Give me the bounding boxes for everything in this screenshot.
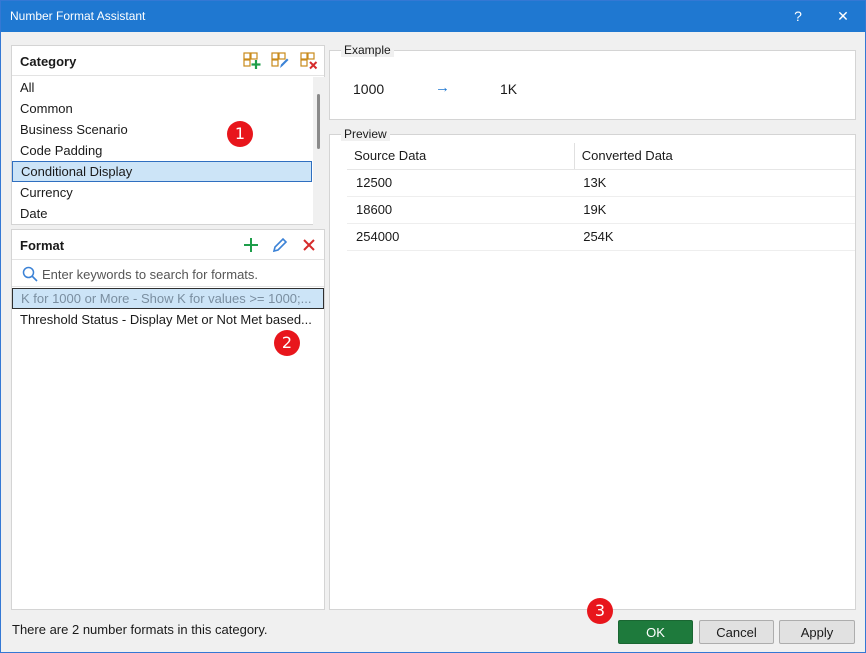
source-cell: 254000: [347, 223, 575, 251]
add-category-icon[interactable]: [243, 52, 261, 70]
delete-format-icon[interactable]: [300, 236, 318, 254]
format-item-threshold-status[interactable]: Threshold Status - Display Met or Not Me…: [12, 309, 324, 330]
apply-button[interactable]: Apply: [779, 620, 855, 644]
step-badge-2: 2: [274, 330, 300, 356]
example-group: 1000 → 1K Example: [329, 43, 856, 120]
source-cell: 18600: [347, 196, 575, 224]
category-header: Category: [12, 46, 324, 76]
column-header-converted-data[interactable]: Converted Data: [573, 143, 855, 170]
preview-header-row: Source Data Converted Data: [347, 143, 855, 170]
category-item-date[interactable]: Date: [12, 203, 312, 224]
category-item-all[interactable]: All: [12, 77, 312, 98]
help-button[interactable]: ?: [778, 1, 818, 32]
column-header-source-data[interactable]: Source Data: [347, 143, 575, 170]
preview-table: Source Data Converted Data 12500 13K 186…: [347, 143, 855, 251]
search-input[interactable]: [42, 264, 320, 284]
preview-group: Source Data Converted Data 12500 13K 186…: [329, 127, 856, 610]
edit-category-icon[interactable]: [271, 52, 289, 70]
format-item-k-for-1000[interactable]: K for 1000 or More - Show K for values >…: [12, 288, 324, 309]
example-label: Example: [341, 43, 394, 57]
category-item-currency[interactable]: Currency: [12, 182, 312, 203]
table-row: 254000 254K: [347, 223, 855, 251]
format-header: Format: [12, 230, 324, 260]
category-title: Category: [20, 54, 77, 69]
category-list: All Common Business Scenario Code Paddin…: [12, 77, 312, 224]
close-button[interactable]: ✕: [823, 1, 863, 32]
ok-button[interactable]: OK: [618, 620, 693, 644]
search-icon: [22, 266, 38, 282]
status-text: There are 2 number formats in this categ…: [12, 622, 268, 637]
category-item-conditional-display[interactable]: Conditional Display: [12, 161, 312, 182]
number-format-assistant-dialog: Number Format Assistant ? ✕ Category All…: [0, 0, 866, 653]
converted-cell: 19K: [574, 196, 855, 224]
format-panel: Format K for 1000 or More - Show K for v…: [11, 229, 325, 610]
category-scrollbar[interactable]: [313, 77, 325, 225]
step-badge-1: 1: [227, 121, 253, 147]
step-badge-3: 3: [587, 598, 613, 624]
table-row: 12500 13K: [347, 169, 855, 197]
cancel-button[interactable]: Cancel: [699, 620, 774, 644]
preview-label: Preview: [341, 127, 390, 141]
format-title: Format: [20, 238, 65, 253]
category-item-code-padding[interactable]: Code Padding: [12, 140, 312, 161]
converted-cell: 13K: [574, 169, 855, 197]
table-row: 18600 19K: [347, 196, 855, 224]
arrow-right-icon: →: [435, 79, 450, 96]
delete-category-icon[interactable]: [300, 52, 318, 70]
category-item-business-scenario[interactable]: Business Scenario: [12, 119, 312, 140]
edit-format-icon[interactable]: [271, 236, 289, 254]
example-input-value: 1000: [353, 81, 385, 97]
category-panel: Category All Common Business Scenario Co…: [11, 45, 325, 225]
title-bar: Number Format Assistant ? ✕: [1, 1, 865, 32]
source-cell: 12500: [347, 169, 575, 197]
example-area: 1000 → 1K: [330, 51, 855, 119]
format-list: K for 1000 or More - Show K for values >…: [12, 288, 324, 330]
add-format-icon[interactable]: [242, 236, 260, 254]
preview-area: Source Data Converted Data 12500 13K 186…: [330, 135, 855, 609]
window-title: Number Format Assistant: [10, 9, 146, 23]
category-item-common[interactable]: Common: [12, 98, 312, 119]
example-output-value: 1K: [500, 81, 518, 97]
format-search: [12, 261, 324, 287]
category-scrollbar-thumb[interactable]: [317, 94, 320, 149]
converted-cell: 254K: [574, 223, 855, 251]
